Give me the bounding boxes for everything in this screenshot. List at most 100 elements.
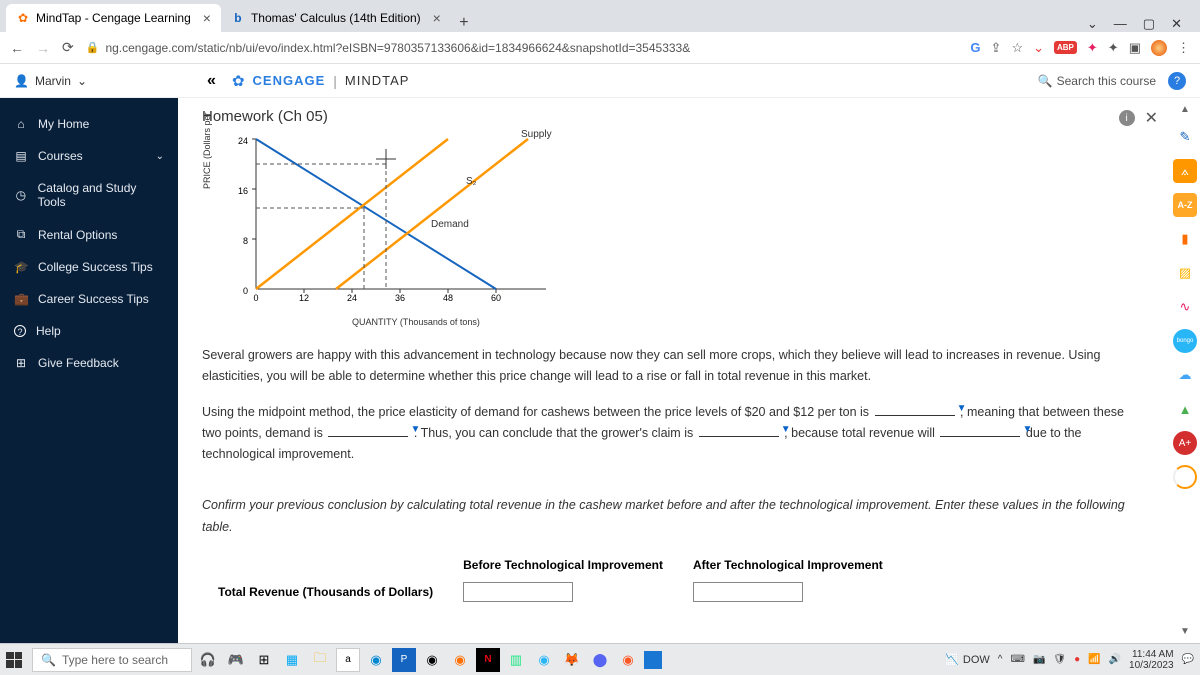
paragraph-elasticity: Using the midpoint method, the price ela… [202, 402, 1140, 466]
abp-extension-icon[interactable]: ABP [1054, 41, 1077, 54]
bookmark-star-icon[interactable]: ☆ [1011, 40, 1023, 56]
svg-text:48: 48 [443, 293, 453, 303]
sidebar-item-career-tips[interactable]: 💼Career Success Tips [0, 283, 178, 315]
tray-wifi-icon[interactable]: 📶 [1088, 654, 1100, 665]
audio-tool-icon[interactable]: ∿ [1173, 295, 1197, 319]
tray-volume-icon[interactable]: 🔊 [1109, 654, 1121, 665]
stock-widget[interactable]: 📉 DOW [945, 653, 990, 666]
sidebar-item-college-tips[interactable]: 🎓College Success Tips [0, 251, 178, 283]
progress-tool-icon[interactable] [1173, 465, 1197, 489]
collapse-sidebar-button[interactable]: « [207, 72, 216, 90]
tray-chevron-icon[interactable]: ^ [998, 654, 1003, 665]
search-placeholder: Type here to search [62, 653, 168, 667]
clock-date: 10/3/2023 [1129, 660, 1174, 671]
back-button[interactable]: ← [10, 40, 24, 56]
google-icon[interactable]: G [970, 40, 980, 55]
total-revenue-table: Before Technological Improvement After T… [202, 552, 899, 608]
lock-icon: 🔒 [86, 41, 100, 54]
file-explorer-icon[interactable]: 🗀 [308, 648, 332, 672]
task-view-icon[interactable]: ⊞ [252, 648, 276, 672]
input-revenue-after[interactable] [693, 582, 803, 602]
sidebar-item-help[interactable]: ?Help [0, 315, 178, 347]
window-minimize-icon[interactable]: — [1114, 16, 1127, 32]
url-input[interactable]: 🔒 ng.cengage.com/static/nb/ui/evo/index.… [86, 41, 959, 55]
blank-claim[interactable]: ▼ [699, 436, 779, 437]
scroll-down-icon[interactable]: ▼ [1180, 626, 1190, 637]
app-round-icon[interactable]: ◉ [532, 648, 556, 672]
pandora-icon[interactable]: P [392, 648, 416, 672]
drive-tool-icon[interactable]: ▲ [1173, 397, 1197, 421]
browser-tab-active[interactable]: ✿ MindTap - Cengage Learning × [6, 4, 221, 32]
tray-camera-icon[interactable]: 📷 [1033, 654, 1045, 665]
tab-close-icon[interactable]: × [203, 10, 211, 26]
app-blue-icon[interactable] [644, 651, 662, 669]
cortana-icon[interactable]: 🎧 [196, 648, 220, 672]
chrome-icon[interactable]: ◉ [420, 648, 444, 672]
taskbar-clock[interactable]: 11:44 AM 10/3/2023 [1129, 649, 1174, 671]
supply-demand-chart: PRICE (Dollars per 24 16 8 0 0 12 24 36 … [202, 129, 622, 329]
share-icon[interactable]: ⇪ [991, 40, 1002, 56]
reload-button[interactable]: ⟳ [62, 39, 74, 56]
blank-revenue-direction[interactable]: ▼ [940, 436, 1020, 437]
netflix-icon[interactable]: N [476, 648, 500, 672]
window-close-icon[interactable]: ✕ [1171, 16, 1182, 32]
sidebar-item-my-home[interactable]: ⌂My Home [0, 108, 178, 140]
window-maximize-icon[interactable]: ▢ [1143, 16, 1155, 32]
sidebar: ⌂My Home ▤Courses⌄ ◷Catalog and Study To… [0, 98, 178, 643]
close-icon[interactable]: ✕ [1145, 108, 1158, 128]
firefox2-icon[interactable]: 🦊 [560, 648, 584, 672]
tray-security-icon[interactable]: ● [1074, 654, 1080, 665]
pencil-tool-icon[interactable]: ✎ [1173, 125, 1197, 149]
firefox-icon[interactable]: ◉ [448, 648, 472, 672]
forward-button[interactable]: → [36, 40, 50, 56]
sidebar-item-courses[interactable]: ▤Courses⌄ [0, 140, 178, 172]
new-tab-button[interactable]: + [451, 14, 477, 32]
extension-icon[interactable]: ✦ [1087, 40, 1098, 56]
app-orange-icon[interactable]: ◉ [616, 648, 640, 672]
sidebar-item-catalog[interactable]: ◷Catalog and Study Tools [0, 172, 178, 218]
discord-icon[interactable]: ⬤ [588, 648, 612, 672]
tray-keyboard-icon[interactable]: ⌨ [1011, 654, 1025, 665]
az-glossary-icon[interactable]: A-Z [1173, 193, 1197, 217]
hulu-icon[interactable]: ▥ [504, 648, 528, 672]
chart-svg: 24 16 8 0 0 12 24 36 48 60 [226, 129, 566, 319]
help-button[interactable]: ? [1168, 72, 1186, 90]
puzzle-icon[interactable]: ✦ [1108, 40, 1119, 56]
cengage-logo-icon: ✿ [232, 72, 245, 90]
sidebar-item-label: College Success Tips [38, 260, 153, 274]
bongo-tool-icon[interactable]: bongo [1173, 329, 1197, 353]
grade-tool-icon[interactable]: A+ [1173, 431, 1197, 455]
rss-tool-icon[interactable]: ⟑ [1173, 159, 1197, 183]
account-toggle-icon[interactable]: ▣ [1129, 40, 1141, 56]
amazon-icon[interactable]: a [336, 648, 360, 672]
info-icon[interactable]: i [1119, 110, 1135, 126]
pocket-icon[interactable]: ⌄ [1033, 40, 1044, 56]
blank-elasticity-value[interactable]: ▼ [875, 415, 955, 416]
sidebar-item-rental[interactable]: ⧉Rental Options [0, 218, 178, 251]
taskbar-search[interactable]: 🔍 Type here to search [32, 648, 192, 672]
windows-taskbar: 🔍 Type here to search 🎧 🎮 ⊞ ▦ 🗀 a ◉ P ◉ … [0, 643, 1200, 675]
tray-shield-icon[interactable]: 🛡 [1053, 654, 1066, 665]
gamepad-icon[interactable]: 🎮 [224, 648, 248, 672]
edge-icon[interactable]: ◉ [364, 648, 388, 672]
window-dropdown-icon[interactable]: ⌄ [1087, 16, 1098, 32]
sidebar-item-label: Rental Options [38, 228, 117, 242]
scroll-up-icon[interactable]: ▲ [1180, 104, 1190, 115]
profile-avatar[interactable] [1151, 40, 1167, 56]
highlighter-tool-icon[interactable]: ▨ [1173, 261, 1197, 285]
sidebar-item-feedback[interactable]: ⊞Give Feedback [0, 347, 178, 379]
cloud-tool-icon[interactable]: ☁ [1173, 363, 1197, 387]
blank-demand-type[interactable]: ▼ [328, 436, 408, 437]
browser-tab[interactable]: b Thomas' Calculus (14th Edition) × [221, 4, 451, 32]
search-course[interactable]: 🔍 Search this course [1038, 74, 1156, 88]
tab-close-icon[interactable]: × [433, 10, 441, 26]
chrome-menu-icon[interactable]: ⋮ [1177, 40, 1190, 56]
notebook-tool-icon[interactable]: ▮ [1173, 227, 1197, 251]
app-icon[interactable]: ▦ [280, 648, 304, 672]
input-revenue-before[interactable] [463, 582, 573, 602]
notification-icon[interactable]: 💬 [1182, 654, 1194, 665]
career-icon: 💼 [14, 292, 28, 306]
start-button[interactable] [6, 652, 22, 668]
feedback-icon: ⊞ [14, 356, 28, 370]
user-menu[interactable]: 👤 Marvin ⌄ [14, 74, 87, 88]
